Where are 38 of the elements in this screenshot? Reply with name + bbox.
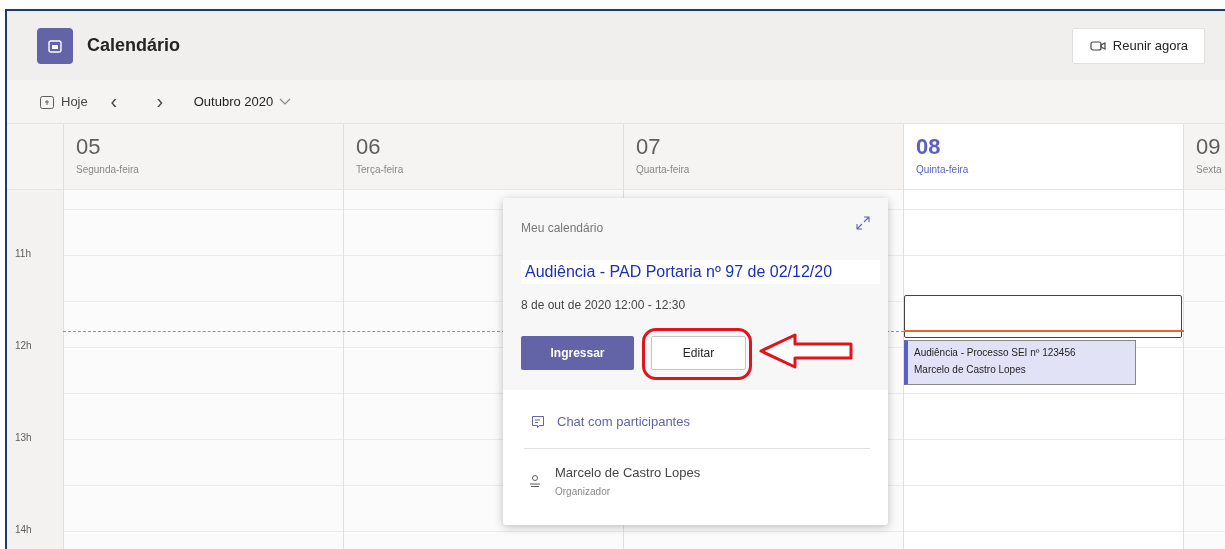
day-number: 06 (356, 134, 382, 160)
chevron-down-icon (279, 97, 292, 106)
organizer-icon (529, 474, 541, 488)
organizer-role: Organizador (555, 486, 612, 497)
weekday-label: Quarta-feira (636, 164, 691, 175)
meeting-title: Audiência - PAD Portaria nº 97 de 02/12/20 (521, 260, 880, 284)
day-number: 09 (1196, 134, 1222, 160)
hour-label: 13h (14, 432, 33, 445)
weekday-label: Quinta-feira (916, 164, 970, 175)
join-button[interactable]: Ingressar (521, 336, 634, 370)
meeting-datetime: 8 de out de 2020 12:00 - 12:30 (521, 298, 687, 312)
day-number: 05 (76, 134, 102, 160)
calendar-name: Meu calendário (521, 221, 604, 235)
calendar-app-icon (37, 27, 73, 64)
month-picker[interactable]: Outubro 2020 (193, 94, 292, 109)
edit-button[interactable]: Editar (651, 336, 746, 370)
day-header[interactable]: 08 Quinta-feira (903, 124, 1183, 190)
hour-label: 12h (14, 340, 33, 353)
meet-now-button[interactable]: Reunir agora (1071, 27, 1205, 64)
hour-label: 14h (14, 524, 33, 537)
video-camera-icon (1088, 38, 1107, 53)
day-number: 07 (636, 134, 662, 160)
next-button[interactable]: › (139, 90, 180, 113)
selected-time-slot[interactable] (904, 295, 1182, 338)
weekday-label: Sexta (1196, 164, 1223, 175)
weekday-label: Segunda-feira (76, 164, 140, 175)
today-button[interactable]: Hoje (39, 93, 88, 110)
chat-link[interactable]: Chat com participantes (531, 414, 690, 429)
organizer-name: Marcelo de Castro Lopes (555, 465, 701, 480)
calendar-event[interactable]: Audiência - Processo SEI nº 123456 Marcelo de Castro Lopes (904, 340, 1136, 385)
chat-icon (531, 414, 545, 429)
hour-label: 11h (14, 248, 32, 261)
weekday-label: Terça-feira (356, 164, 405, 175)
previous-button[interactable]: ‹ (93, 90, 134, 113)
day-number: 08 (916, 134, 942, 160)
expand-icon[interactable] (856, 216, 870, 230)
app-title: Calendário (87, 35, 181, 56)
calendar-today-icon (39, 93, 55, 110)
